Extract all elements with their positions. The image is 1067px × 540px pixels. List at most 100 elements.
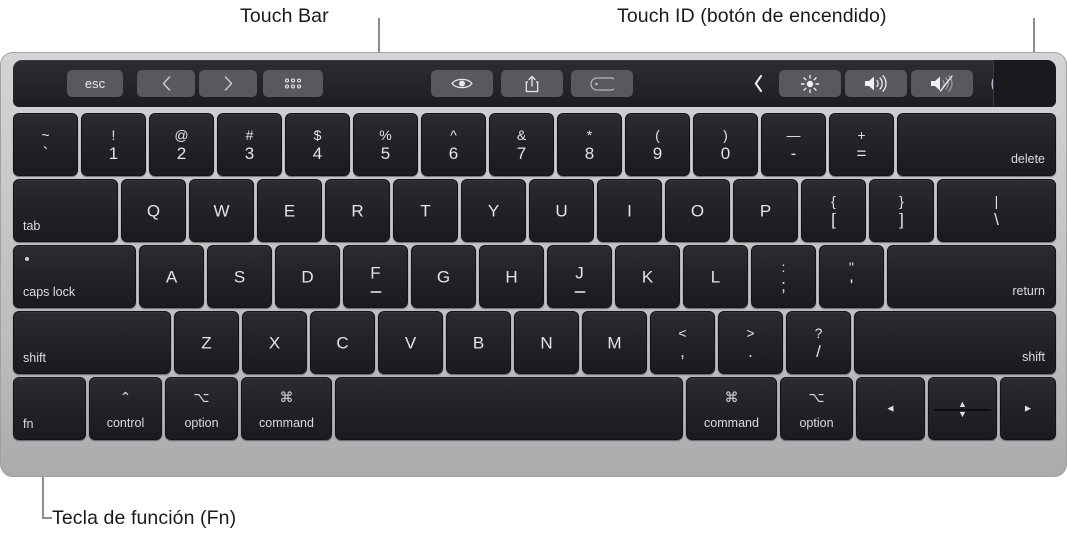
key-label-bottom: 0	[720, 144, 731, 163]
keyboard-row-bottom: fn ⌃ control ⌥ option ⌘ command ⌘ comman…	[10, 377, 1059, 440]
touch-bar-esc-button[interactable]: esc	[67, 70, 123, 97]
key-h[interactable]: H	[479, 245, 544, 308]
key-grave[interactable]: ~ `	[13, 113, 78, 176]
key-5[interactable]: % 5	[353, 113, 418, 176]
touch-bar-volume-up-button[interactable]	[845, 70, 907, 97]
touch-bar-preview-button[interactable]	[431, 70, 493, 97]
key-d[interactable]: D	[275, 245, 340, 308]
tag-icon	[590, 76, 614, 91]
key-label-shift: shift	[1022, 349, 1045, 364]
touch-bar-app-grid-button[interactable]	[263, 70, 323, 97]
key-label-bottom: 1	[108, 144, 119, 163]
touch-bar-mute-button[interactable]	[911, 70, 973, 97]
touch-bar-forward-button[interactable]	[199, 70, 257, 97]
arrow-down-icon[interactable]: ▼	[929, 406, 996, 440]
key-q[interactable]: Q	[121, 179, 186, 242]
key-z[interactable]: Z	[174, 311, 239, 374]
key-n[interactable]: N	[514, 311, 579, 374]
key-label-top: %	[379, 127, 392, 143]
key-y[interactable]: Y	[461, 179, 526, 242]
key-space[interactable]	[335, 377, 683, 440]
key-r[interactable]: R	[325, 179, 390, 242]
key-t[interactable]: T	[393, 179, 458, 242]
key-bracket-right[interactable]: } ]	[869, 179, 934, 242]
key-x[interactable]: X	[242, 311, 307, 374]
key-8[interactable]: * 8	[557, 113, 622, 176]
key-label-bottom: =	[856, 144, 867, 163]
key-arrow-left[interactable]: ◄	[856, 377, 925, 440]
key-bracket-left[interactable]: { [	[801, 179, 866, 242]
key-s[interactable]: S	[207, 245, 272, 308]
key-delete[interactable]: delete	[897, 113, 1056, 176]
touch-bar-share-button[interactable]	[501, 70, 563, 97]
touch-bar-back-button[interactable]	[137, 70, 195, 97]
key-slash[interactable]: ? /	[786, 311, 851, 374]
key-label-option: option	[799, 415, 834, 430]
chevron-left-bold-icon	[754, 75, 762, 92]
key-option-left[interactable]: ⌥ option	[165, 377, 238, 440]
key-m[interactable]: M	[582, 311, 647, 374]
touch-id-sensor[interactable]	[993, 60, 1056, 107]
key-label-bottom: 2	[176, 144, 187, 163]
arrow-right-icon: ►	[1023, 403, 1033, 414]
key-tab[interactable]: tab	[13, 179, 118, 242]
key-period[interactable]: > .	[718, 311, 783, 374]
key-7[interactable]: & 7	[489, 113, 554, 176]
key-e[interactable]: E	[257, 179, 322, 242]
key-v[interactable]: V	[378, 311, 443, 374]
key-u[interactable]: U	[529, 179, 594, 242]
key-2[interactable]: @ 2	[149, 113, 214, 176]
key-label-bottom: 4	[312, 144, 323, 163]
key-label-bottom: ]	[899, 210, 904, 229]
key-return[interactable]: return	[887, 245, 1056, 308]
key-shift-right[interactable]: shift	[854, 311, 1056, 374]
key-equal[interactable]: + =	[829, 113, 894, 176]
key-arrow-right[interactable]: ►	[1000, 377, 1056, 440]
option-symbol: ⌥	[193, 389, 210, 405]
key-control-left[interactable]: ⌃ control	[89, 377, 162, 440]
key-label-bottom: '	[849, 276, 854, 295]
key-caps-lock[interactable]: caps lock	[13, 245, 136, 308]
key-label-command: command	[259, 415, 314, 430]
key-1[interactable]: ! 1	[81, 113, 146, 176]
key-label-top: !	[111, 127, 116, 143]
key-l[interactable]: L	[683, 245, 748, 308]
key-a[interactable]: A	[139, 245, 204, 308]
key-command-right[interactable]: ⌘ command	[686, 377, 777, 440]
key-semicolon[interactable]: : ;	[751, 245, 816, 308]
key-label: O	[690, 201, 705, 220]
key-3[interactable]: # 3	[217, 113, 282, 176]
key-j[interactable]: J	[547, 245, 612, 308]
key-4[interactable]: $ 4	[285, 113, 350, 176]
key-option-right[interactable]: ⌥ option	[780, 377, 853, 440]
key-9[interactable]: ( 9	[625, 113, 690, 176]
touch-bar-tag-button[interactable]	[571, 70, 633, 97]
touch-bar[interactable]: esc	[13, 60, 1056, 107]
key-label-top: @	[174, 127, 189, 143]
touch-bar-brightness-button[interactable]	[779, 70, 841, 97]
key-i[interactable]: I	[597, 179, 662, 242]
key-b[interactable]: B	[446, 311, 511, 374]
key-label-control: control	[106, 415, 145, 430]
key-fn[interactable]: fn	[13, 377, 86, 440]
key-arrow-updown[interactable]: ▲ ▼	[928, 377, 997, 440]
key-g[interactable]: G	[411, 245, 476, 308]
key-comma[interactable]: < ,	[650, 311, 715, 374]
key-minus[interactable]: — -	[761, 113, 826, 176]
key-k[interactable]: K	[615, 245, 680, 308]
key-quote[interactable]: " '	[819, 245, 884, 308]
key-f[interactable]: F	[343, 245, 408, 308]
key-backslash[interactable]: | \	[937, 179, 1056, 242]
key-label: J	[575, 263, 584, 283]
key-6[interactable]: ^ 6	[421, 113, 486, 176]
key-label-bottom: `	[42, 144, 49, 163]
key-p[interactable]: P	[733, 179, 798, 242]
key-label-bottom: ,	[680, 342, 685, 361]
key-command-left[interactable]: ⌘ command	[241, 377, 332, 440]
touch-bar-expand-control-strip-button[interactable]	[741, 70, 775, 97]
key-w[interactable]: W	[189, 179, 254, 242]
key-shift-left[interactable]: shift	[13, 311, 171, 374]
key-o[interactable]: O	[665, 179, 730, 242]
key-0[interactable]: ) 0	[693, 113, 758, 176]
key-c[interactable]: C	[310, 311, 375, 374]
